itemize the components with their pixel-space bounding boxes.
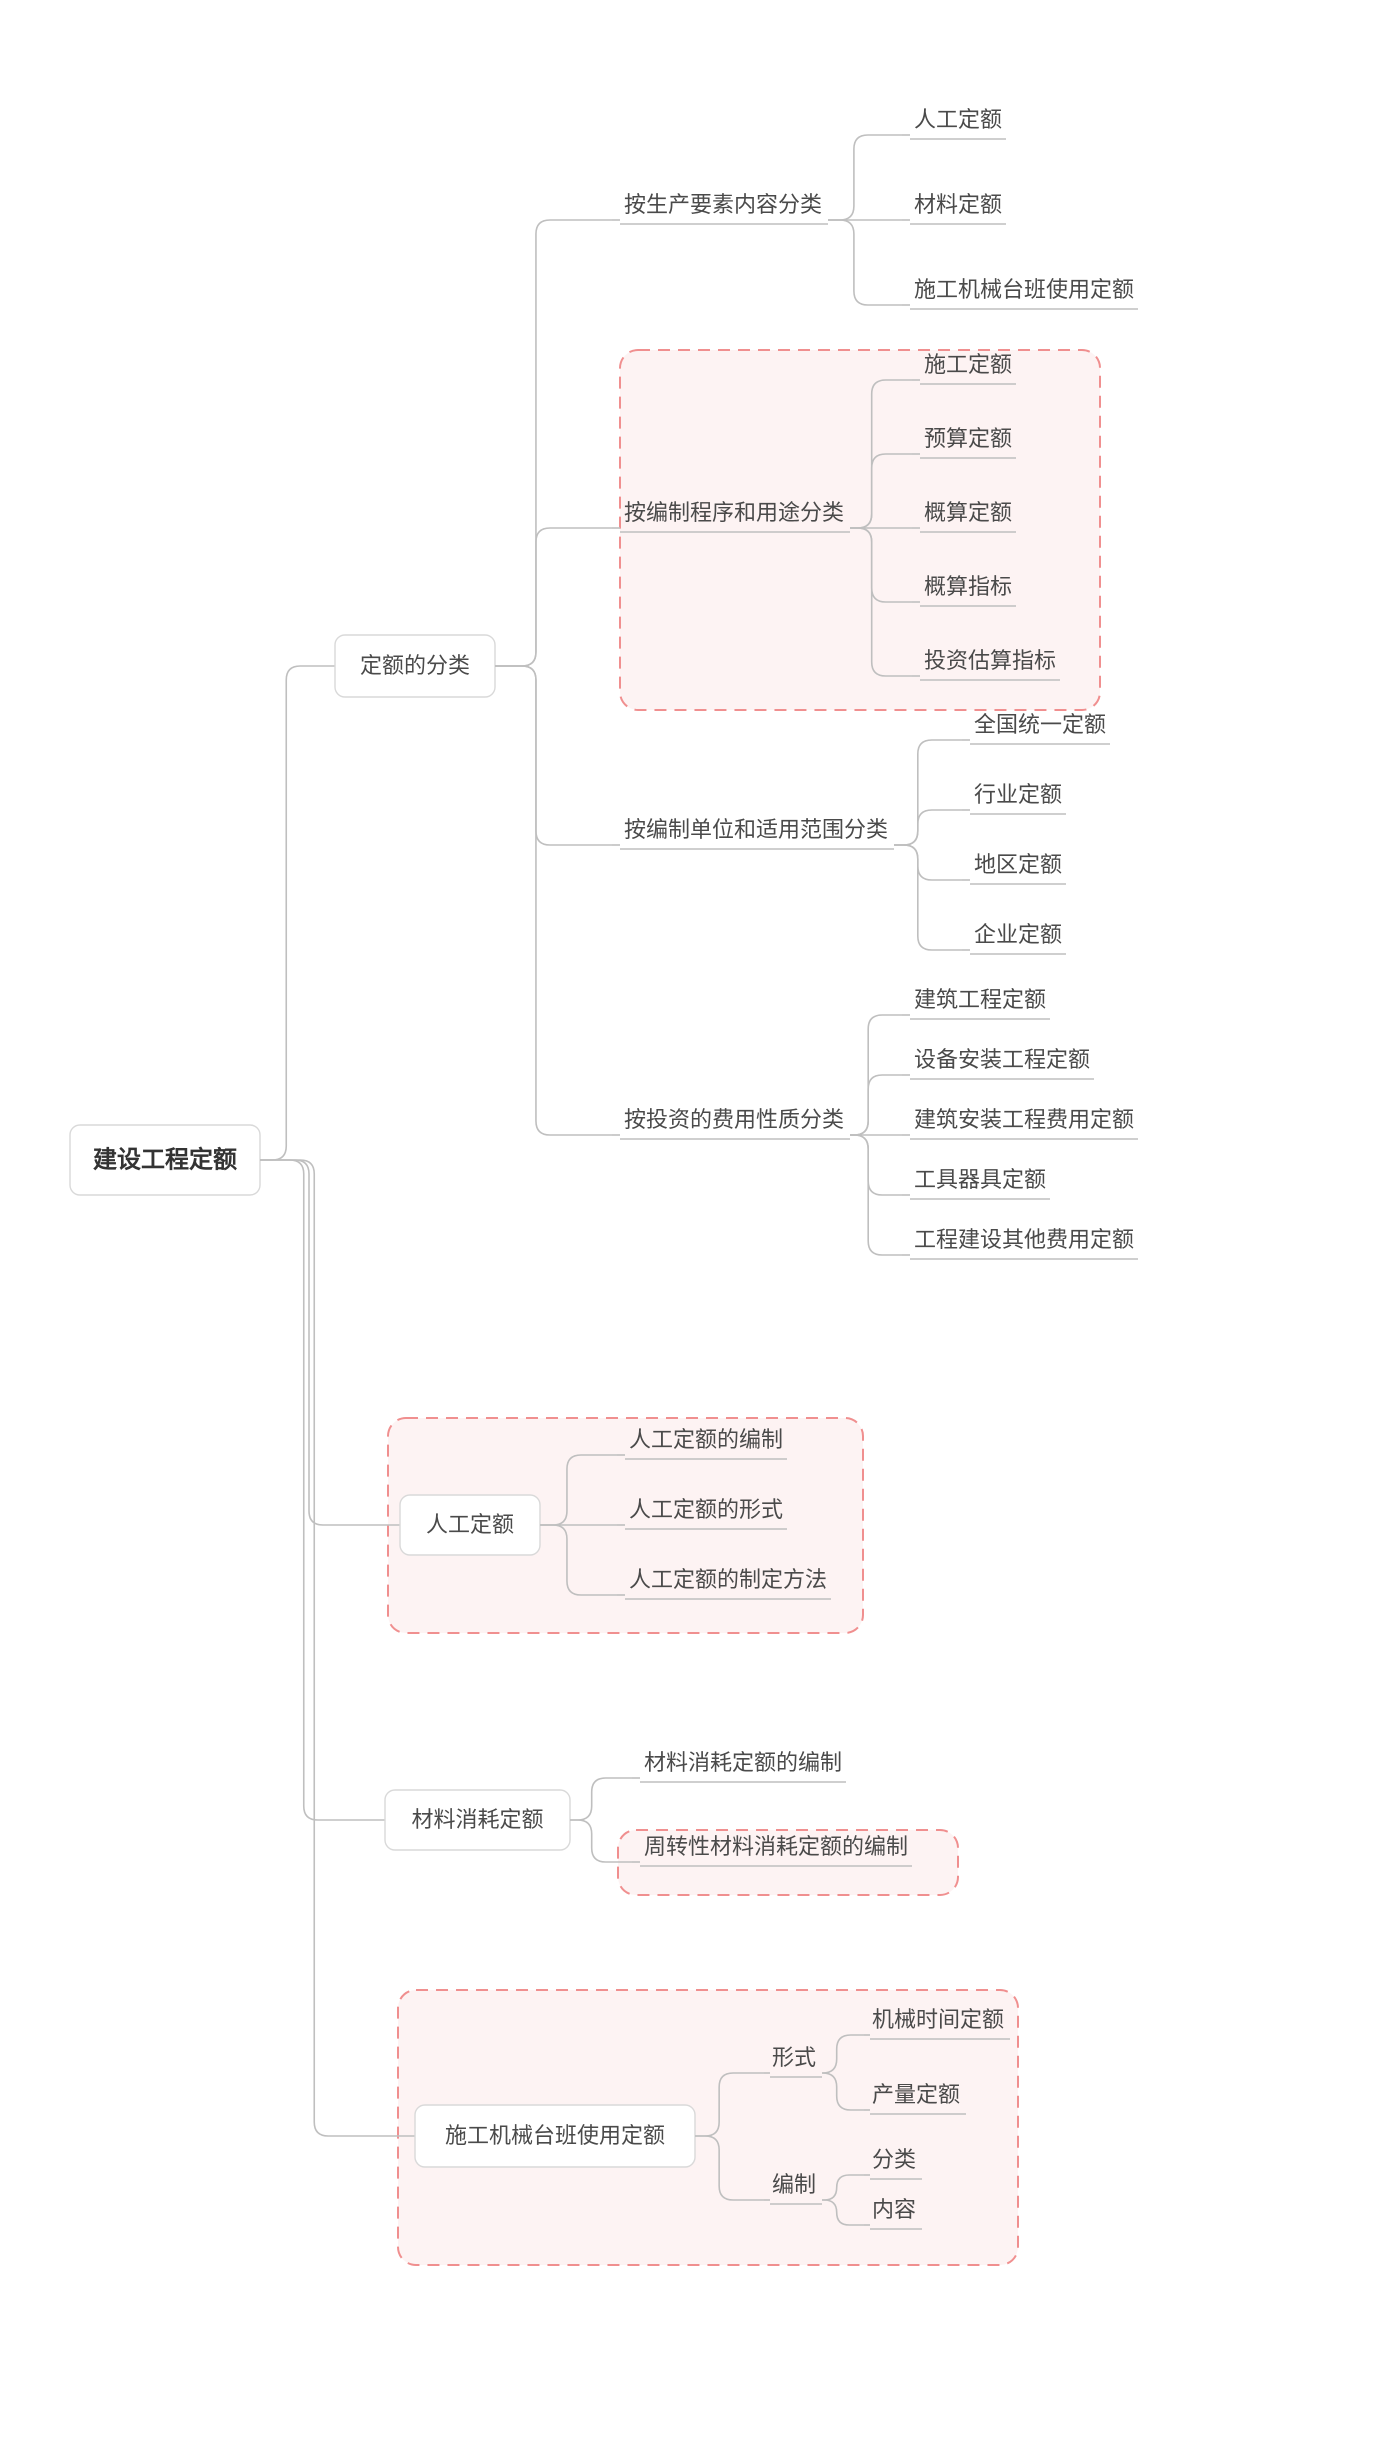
connector [495,528,612,666]
leaf-mform-1: 产量定额 [872,2082,960,2107]
group-by-cost-nature: 按投资的费用性质分类 [624,1107,844,1132]
root-node-label: 建设工程定额 [93,1145,237,1173]
connector [894,740,962,845]
leaf-labor-0: 人工定额的编制 [629,1427,783,1452]
group-by-procedure-use: 按编制程序和用途分类 [624,500,844,525]
leaf-os-3: 企业定额 [974,922,1062,947]
connector [495,220,612,666]
leaf-os-0: 全国统一定额 [974,712,1106,737]
leaf-cn-2: 建筑安装工程费用定额 [914,1107,1134,1132]
leaf-cn-3: 工具器具定额 [914,1167,1046,1192]
branch-quota-classification-label: 定额的分类 [360,653,470,678]
group-machinery-compile: 编制 [772,2172,816,2197]
group-by-production-factor: 按生产要素内容分类 [624,192,822,217]
leaf-material-0: 材料消耗定额的编制 [644,1750,842,1775]
branch-labor-quota-label: 人工定额 [426,1512,514,1537]
leaf-mform-0: 机械时间定额 [872,2007,1004,2032]
leaf-pu-1: 预算定额 [924,426,1012,451]
leaf-pu-0: 施工定额 [924,352,1012,377]
connector [850,1075,902,1135]
connector [495,666,612,845]
connector [260,666,335,1160]
connector [570,1778,632,1820]
leaf-pf-1: 材料定额 [914,192,1002,217]
leaf-os-1: 行业定额 [974,782,1062,807]
leaf-cn-1: 设备安装工程定额 [914,1047,1090,1072]
leaf-pu-4: 投资估算指标 [924,648,1056,673]
connector [260,1160,385,1820]
leaf-os-2: 地区定额 [974,852,1062,877]
leaf-cn-0: 建筑工程定额 [914,987,1046,1012]
connector [894,845,962,880]
leaf-material-1: 周转性材料消耗定额的编制 [644,1834,908,1859]
connector [850,1135,902,1195]
leaf-mcomp-0: 分类 [872,2147,916,2172]
connector [495,666,612,1135]
leaf-pf-0: 人工定额 [914,107,1002,132]
group-by-org-scope: 按编制单位和适用范围分类 [624,817,888,842]
leaf-pf-2: 施工机械台班使用定额 [914,277,1134,302]
connector [260,1160,400,1525]
connector [894,845,962,950]
branch-material-quota-label: 材料消耗定额 [411,1807,543,1832]
leaf-labor-1: 人工定额的形式 [629,1497,783,1522]
leaf-cn-4: 工程建设其他费用定额 [914,1227,1134,1252]
leaf-mcomp-1: 内容 [872,2197,916,2222]
connector [828,135,902,220]
branch-machinery-quota-label: 施工机械台班使用定额 [445,2123,665,2148]
leaf-pu-2: 概算定额 [924,500,1012,525]
connector [828,220,902,305]
connector [894,810,962,845]
leaf-pu-3: 概算指标 [924,574,1012,599]
leaf-labor-2: 人工定额的制定方法 [629,1567,827,1592]
group-machinery-form: 形式 [772,2045,816,2070]
connector [260,1160,415,2136]
